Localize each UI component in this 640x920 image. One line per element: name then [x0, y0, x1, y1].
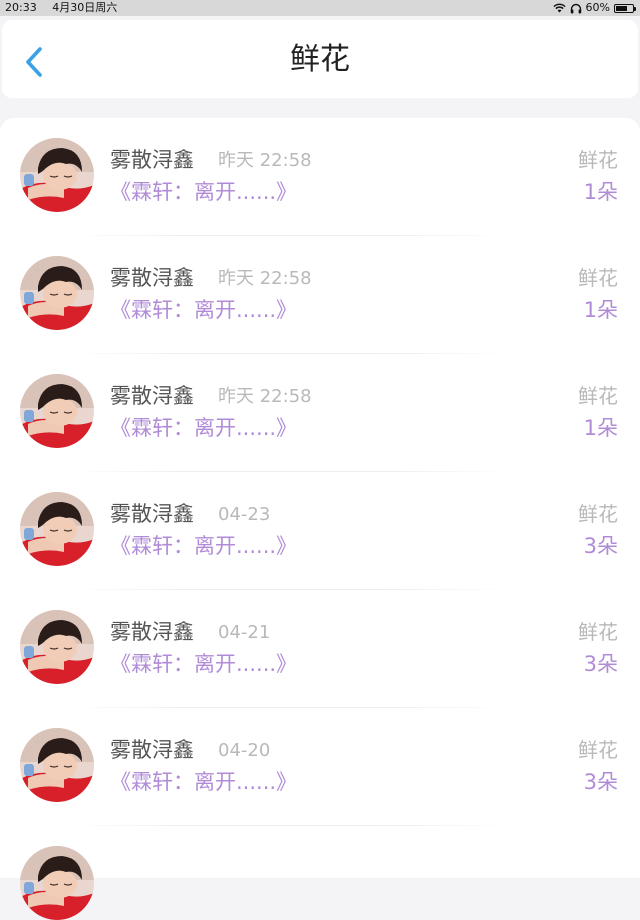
avatar[interactable] [20, 138, 94, 212]
work-title-link[interactable]: 《霖轩：离开......》 [110, 650, 297, 678]
sender-name: 雾散浔鑫 [110, 266, 194, 290]
battery-level [616, 5, 627, 11]
list-item[interactable]: 雾散浔鑫 04-23 《霖轩：离开......》 鲜花 3朵 [0, 472, 640, 590]
status-date: 4月30日周六 [52, 1, 118, 14]
gift-type: 鲜花 [578, 384, 618, 408]
gift-count: 3朵 [583, 770, 618, 794]
timestamp: 昨天 22:58 [218, 386, 312, 407]
sender-name: 雾散浔鑫 [110, 502, 194, 526]
avatar[interactable] [20, 492, 94, 566]
list-item[interactable]: 雾散浔鑫 昨天 22:58 《霖轩：离开......》 鲜花 1朵 [0, 236, 640, 354]
work-title-link[interactable]: 《霖轩：离开......》 [110, 296, 297, 324]
avatar[interactable] [20, 610, 94, 684]
divider [70, 825, 510, 826]
battery-icon [614, 3, 636, 13]
sender-name: 雾散浔鑫 [110, 620, 194, 644]
gift-type: 鲜花 [578, 502, 618, 526]
headphones-icon [570, 3, 581, 13]
list-item[interactable]: 雾散浔鑫 04-20 《霖轩：离开......》 鲜花 3朵 [0, 708, 640, 826]
timestamp: 04-21 [218, 622, 271, 643]
sender-name: 雾散浔鑫 [110, 738, 194, 762]
list-item[interactable]: 雾散浔鑫 04-21 《霖轩：离开......》 鲜花 3朵 [0, 590, 640, 708]
timestamp: 04-20 [218, 740, 271, 761]
avatar[interactable] [20, 728, 94, 802]
page-title: 鲜花 [290, 42, 350, 77]
gift-count: 3朵 [583, 534, 618, 558]
flower-record-list: 雾散浔鑫 昨天 22:58 《霖轩：离开......》 鲜花 1朵 雾散浔鑫 昨天 22:5… [0, 118, 640, 920]
work-title-link[interactable]: 《霖轩：离开......》 [110, 414, 297, 442]
status-left: 20:33 4月30日周六 [5, 0, 117, 16]
gift-type: 鲜花 [578, 266, 618, 290]
gift-count: 3朵 [583, 652, 618, 676]
status-right: 60% [552, 0, 636, 16]
avatar[interactable] [20, 374, 94, 448]
sender-name: 雾散浔鑫 [110, 148, 194, 172]
timestamp: 04-23 [218, 504, 271, 525]
navigation-bar: 鲜花 [2, 20, 638, 98]
gift-type: 鲜花 [578, 738, 618, 762]
avatar[interactable] [20, 846, 94, 920]
status-time: 20:33 [5, 1, 37, 14]
sender-name: 雾散浔鑫 [110, 384, 194, 408]
status-bar: 20:33 4月30日周六 60% [0, 0, 640, 16]
gift-count: 1朵 [583, 180, 618, 204]
gift-count: 1朵 [583, 298, 618, 322]
work-title-link[interactable]: 《霖轩：离开......》 [110, 532, 297, 560]
battery-percent: 60% [585, 1, 610, 14]
gift-type: 鲜花 [578, 620, 618, 644]
timestamp: 昨天 22:58 [218, 150, 312, 171]
list-item[interactable]: 雾散浔鑫 昨天 22:58 《霖轩：离开......》 鲜花 1朵 [0, 118, 640, 236]
work-title-link[interactable]: 《霖轩：离开......》 [110, 768, 297, 796]
gift-count: 1朵 [583, 416, 618, 440]
timestamp: 昨天 22:58 [218, 268, 312, 289]
gift-type: 鲜花 [578, 148, 618, 172]
wifi-icon [552, 3, 566, 13]
list-item[interactable]: 雾散浔鑫 昨天 22:58 《霖轩：离开......》 鲜花 1朵 [0, 354, 640, 472]
avatar[interactable] [20, 256, 94, 330]
work-title-link[interactable]: 《霖轩：离开......》 [110, 178, 297, 206]
